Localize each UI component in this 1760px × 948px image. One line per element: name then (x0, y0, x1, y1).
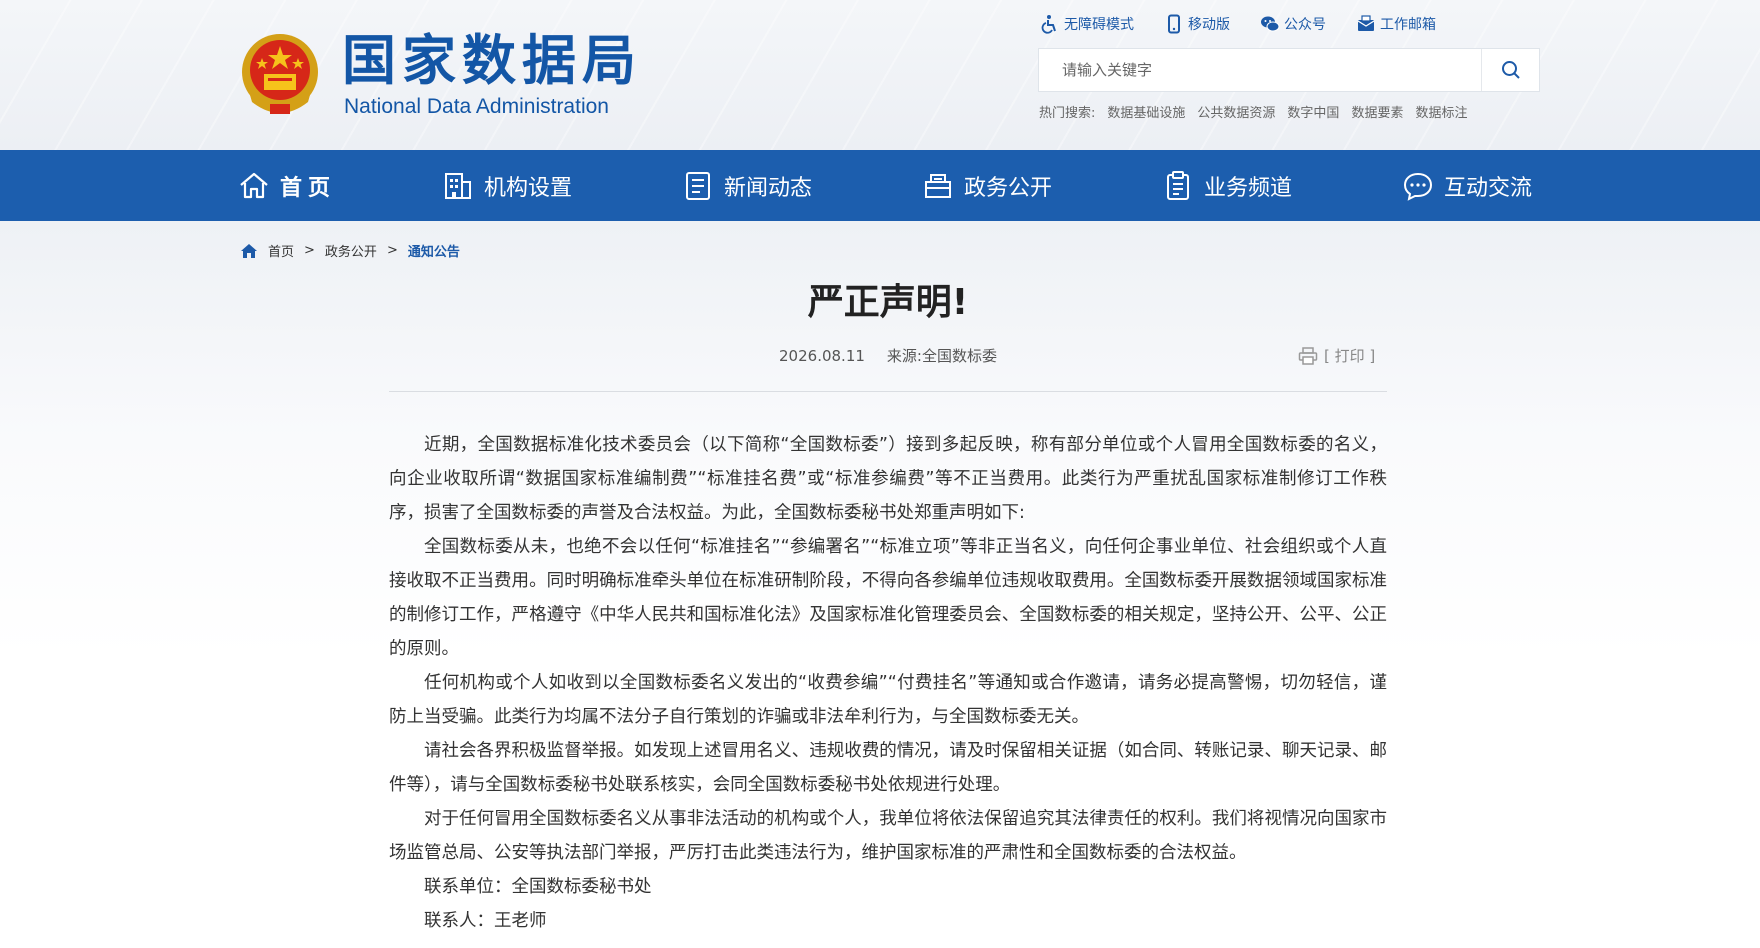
logo-english[interactable]: National Data Administration (344, 94, 609, 120)
work-mail-link[interactable]: 工作邮箱 (1356, 12, 1436, 36)
hot-search: 热门搜索: 数据基础设施 公共数据资源 数字中国 数据要素 数据标注 (1039, 102, 1467, 121)
chat-icon (1403, 172, 1433, 201)
nav-label: 首页 (280, 175, 337, 201)
hot-search-item[interactable]: 数字中国 (1287, 102, 1339, 121)
building-icon (445, 172, 471, 199)
home-icon (240, 172, 268, 198)
nav-item-government-affairs[interactable]: 政务公开 (922, 150, 1052, 221)
nav-item-organization[interactable]: 机构设置 (442, 150, 572, 221)
wechat-label: 公众号 (1284, 17, 1326, 33)
nav-item-interaction[interactable]: 互动交流 (1402, 150, 1532, 221)
nav-item-business-channel[interactable]: 业务频道 (1162, 150, 1292, 221)
print-label: [ 打印 ] (1324, 347, 1376, 365)
hot-search-item[interactable]: 数据要素 (1351, 102, 1403, 121)
accessibility-mode-link[interactable]: 无障碍模式 (1040, 12, 1134, 36)
search-button[interactable] (1481, 49, 1539, 91)
breadcrumb-home[interactable]: 首页 (268, 241, 294, 260)
mobile-label: 移动版 (1188, 17, 1230, 33)
print-button[interactable]: [ 打印 ] (1298, 345, 1375, 366)
mail-label: 工作邮箱 (1380, 17, 1436, 33)
hot-search-item[interactable]: 数据基础设施 (1107, 102, 1185, 121)
main-nav: 首页 机构设置 新闻动态 政务公开 业务频道 互动交流 (0, 150, 1760, 221)
nav-label: 新闻动态 (724, 175, 813, 201)
logo-chinese[interactable]: 国家数据局 (342, 28, 642, 92)
search-icon (1501, 61, 1520, 79)
news-icon (686, 171, 710, 200)
article-source: 来源:全国数标委 (886, 347, 997, 365)
article-paragraph: 全国数标委从未，也绝不会以任何“标准挂名”“参编署名”“标准立项”等非正当名义，… (389, 537, 1387, 659)
contact-person: 联系人：王老师 (424, 911, 547, 931)
mail-icon (1357, 15, 1375, 31)
clipboard-icon (1167, 170, 1189, 200)
breadcrumb-government-affairs[interactable]: 政务公开 (325, 241, 377, 260)
nav-item-home[interactable]: 首页 (238, 150, 336, 221)
article-date: 2026.08.11 (779, 347, 865, 365)
folder-icon (925, 173, 951, 198)
wechat-account-link[interactable]: 公众号 (1260, 12, 1326, 36)
nav-label: 互动交流 (1444, 175, 1533, 201)
title-divider (389, 391, 1387, 392)
nav-label: 政务公开 (964, 175, 1053, 201)
article-paragraph: 任何机构或个人如收到以全国数标委名义发出的“收费参编”“付费挂名”等通知或合作邀… (389, 673, 1387, 727)
nav-label: 机构设置 (484, 175, 573, 201)
breadcrumb: 首页 > 政务公开 > 通知公告 (240, 241, 460, 260)
breadcrumb-current[interactable]: 通知公告 (408, 241, 460, 260)
article-paragraph: 近期，全国数据标准化技术委员会（以下简称“全国数标委”）接到多起反映，称有部分单… (389, 435, 1387, 523)
hot-search-item[interactable]: 数据标注 (1415, 102, 1467, 121)
top-links: 无障碍模式 移动版 公众号 工作邮箱 (1040, 12, 1436, 36)
breadcrumb-separator: > (304, 243, 315, 258)
article-body: 近期，全国数据标准化技术委员会（以下简称“全国数标委”）接到多起反映，称有部分单… (389, 428, 1387, 938)
mobile-icon (1168, 14, 1180, 34)
national-emblem-icon[interactable] (238, 30, 322, 118)
breadcrumb-separator: > (386, 243, 398, 258)
accessibility-icon (1041, 15, 1056, 34)
nav-label: 业务频道 (1204, 175, 1293, 201)
search-input[interactable] (1039, 49, 1479, 91)
article-paragraph: 请社会各界积极监督举报。如发现上述冒用名义、违规收费的情况，请及时保留相关证据（… (389, 741, 1387, 795)
article-meta: 2026.08.11 来源:全国数标委 (389, 345, 1387, 366)
printer-icon (1298, 346, 1318, 365)
wechat-icon (1261, 16, 1280, 32)
hot-search-item[interactable]: 公共数据资源 (1197, 102, 1275, 121)
contact-unit: 联系单位：全国数标委秘书处 (424, 877, 652, 897)
accessibility-label: 无障碍模式 (1064, 17, 1134, 33)
site-header: 国家数据局 National Data Administration 无障碍模式… (0, 0, 1760, 150)
search-box (1038, 48, 1540, 92)
nav-item-news[interactable]: 新闻动态 (682, 150, 812, 221)
article-paragraph: 对于任何冒用全国数标委名义从事非法活动的机构或个人，我单位将依法保留追究其法律责… (389, 809, 1387, 863)
mobile-version-link[interactable]: 移动版 (1164, 12, 1230, 36)
article-title: 严正声明! (807, 282, 969, 323)
hot-search-label: 热门搜索: (1039, 106, 1096, 121)
article-page: 首页 > 政务公开 > 通知公告 严正声明! 2026.08.11 来源:全国数标… (0, 221, 1760, 948)
home-icon[interactable] (240, 243, 258, 259)
